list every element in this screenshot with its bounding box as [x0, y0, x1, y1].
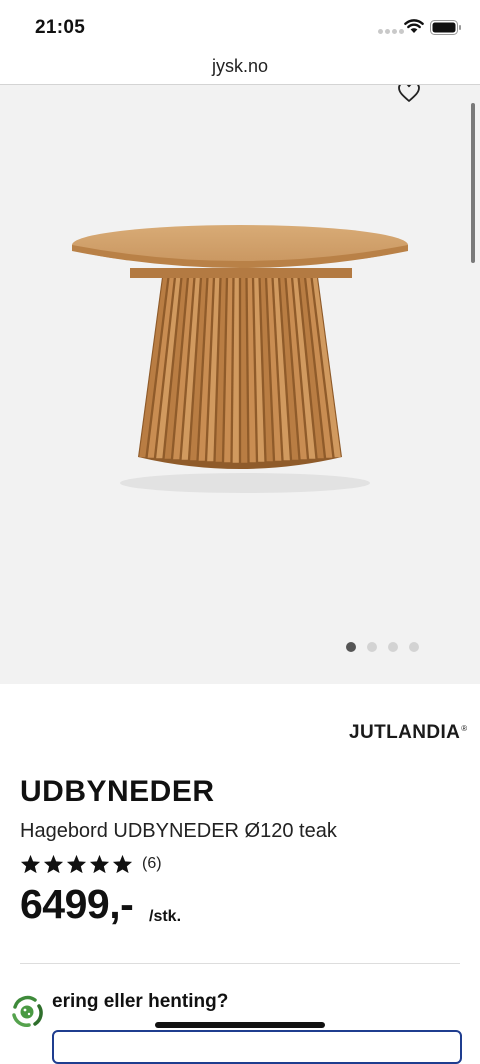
- delivery-option-box[interactable]: [52, 1030, 462, 1064]
- url-text[interactable]: jysk.no: [0, 56, 480, 77]
- product-description: Hagebord UDBYNEDER Ø120 teak: [20, 820, 337, 842]
- heart-icon[interactable]: [397, 85, 421, 103]
- product-rating[interactable]: (6): [20, 854, 162, 874]
- star-icon: [66, 854, 87, 874]
- rating-count[interactable]: (6): [142, 855, 162, 873]
- product-image-gallery[interactable]: [0, 85, 480, 684]
- star-icon: [43, 854, 64, 874]
- product-price: 6499,-: [20, 881, 134, 927]
- gallery-dot[interactable]: [409, 642, 419, 652]
- star-icon: [89, 854, 110, 874]
- rating-stars: [20, 854, 133, 874]
- battery-icon: [430, 20, 461, 35]
- cellular-signal-icon: [378, 29, 404, 34]
- address-bar[interactable]: jysk.no: [0, 52, 480, 85]
- status-time: 21:05: [35, 17, 86, 38]
- gallery-dot[interactable]: [388, 642, 398, 652]
- page-scrollbar[interactable]: [471, 103, 475, 263]
- status-bar: 21:05: [0, 0, 480, 52]
- star-icon: [112, 854, 133, 874]
- gallery-dot[interactable]: [367, 642, 377, 652]
- wifi-icon: [404, 19, 424, 33]
- gallery-pagination[interactable]: [346, 642, 419, 652]
- divider: [20, 963, 460, 964]
- product-name: UDBYNEDER: [20, 775, 215, 808]
- gallery-dot[interactable]: [346, 642, 356, 652]
- product-image: [72, 225, 408, 493]
- price-unit: /stk.: [149, 908, 182, 925]
- brand-logo[interactable]: JUTLANDIA®: [349, 722, 468, 744]
- delivery-heading: ering eller henting?: [52, 991, 229, 1012]
- cookie-settings-icon[interactable]: [8, 993, 46, 1031]
- star-icon: [20, 854, 41, 874]
- home-indicator: [155, 1022, 325, 1028]
